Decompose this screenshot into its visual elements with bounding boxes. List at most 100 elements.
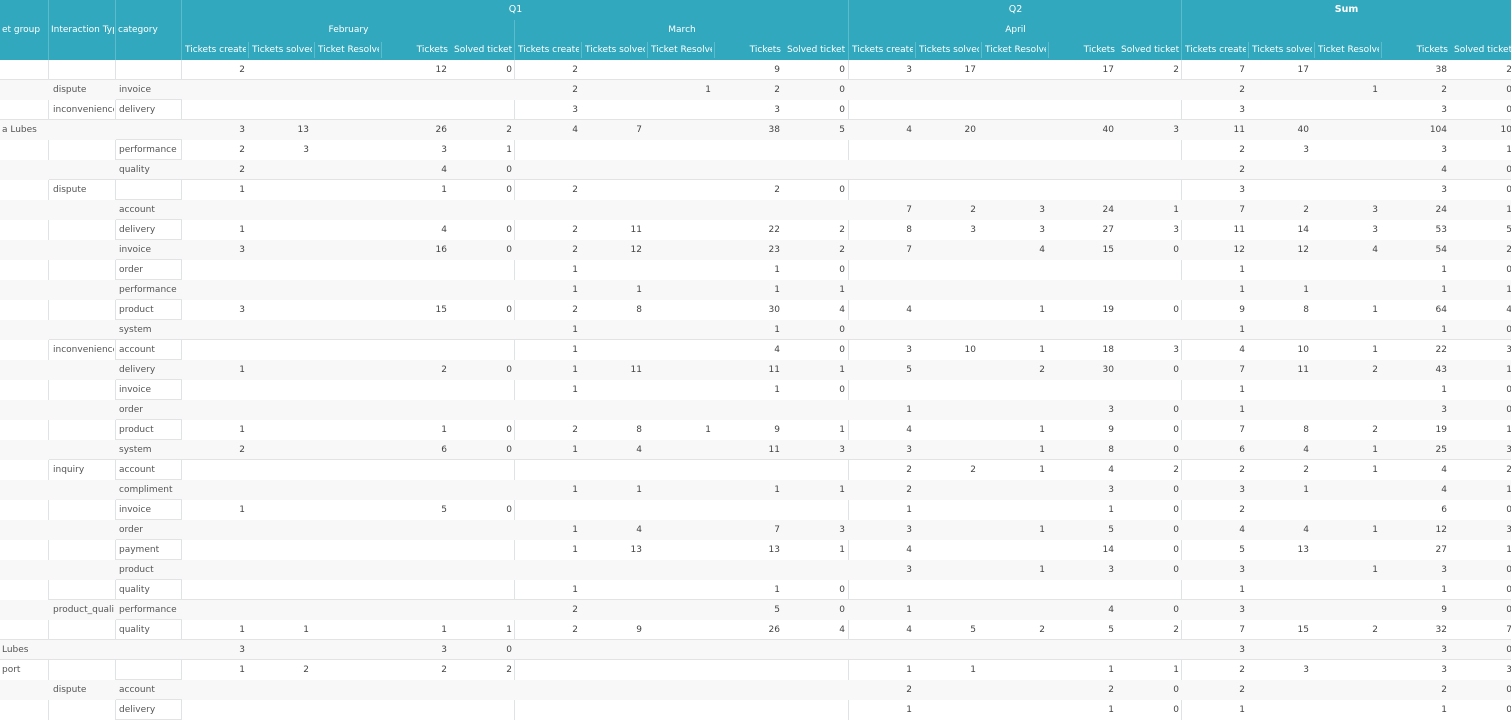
measure-header[interactable]: Tickets solved - xyxy=(919,40,979,60)
row-label-interaction-type[interactable]: inquiry xyxy=(53,460,114,480)
cell-value: 7 xyxy=(1239,425,1245,435)
cell-value: 3 xyxy=(1173,345,1179,355)
cell-value: 0 xyxy=(506,305,512,315)
cell-value: 1 xyxy=(839,545,845,555)
cell-value: 12 xyxy=(435,65,447,75)
row-label-category[interactable]: account xyxy=(119,340,180,360)
measure-header[interactable]: Ticket Resolved xyxy=(318,40,379,60)
table-row: quality 1 1 0 1 1 0 xyxy=(0,580,1511,600)
row-label-category[interactable]: invoice xyxy=(119,380,180,400)
measure-header[interactable]: Tickets created xyxy=(185,40,246,60)
measure-header[interactable]: Tickets xyxy=(718,40,781,60)
row-field-header[interactable]: Interaction Typ xyxy=(51,20,114,40)
row-label-group[interactable]: port xyxy=(2,660,47,680)
pivot-header: et group Interaction Typ category Q1 Q2 Sum Fe… xyxy=(0,0,1511,60)
row-label-interaction-type[interactable]: dispute xyxy=(53,80,114,100)
cell-value: 4 xyxy=(906,425,912,435)
row-label-category[interactable]: invoice xyxy=(119,80,180,100)
row-label-category[interactable]: delivery xyxy=(119,220,180,240)
row-label-category[interactable]: performance xyxy=(119,140,180,160)
measure-header[interactable]: Solved tickets xyxy=(454,40,512,60)
measure-header[interactable]: Ticket Resolved xyxy=(1318,40,1379,60)
measure-header[interactable]: Tickets created xyxy=(852,40,913,60)
measure-header[interactable]: Tickets created xyxy=(1185,40,1246,60)
quarter-header[interactable]: Q1 xyxy=(182,0,849,20)
month-header[interactable]: April xyxy=(849,20,1182,40)
measure-header[interactable]: Tickets created xyxy=(518,40,579,60)
cell-value: 11 xyxy=(1233,125,1245,135)
quarter-header[interactable]: Q2 xyxy=(849,0,1182,20)
cell-value: 2 xyxy=(1239,505,1245,515)
measure-header[interactable]: Tickets solved - xyxy=(585,40,645,60)
header-divider xyxy=(1381,42,1382,58)
row-label-category[interactable]: product xyxy=(119,300,180,320)
row-label-category[interactable]: system xyxy=(119,320,180,340)
row-label-interaction-type[interactable]: dispute xyxy=(53,180,114,200)
row-label-category[interactable]: product xyxy=(119,560,180,580)
row-field-header[interactable]: et group xyxy=(2,20,47,40)
cell-value: 1 xyxy=(774,485,780,495)
table-row: performance 1 1 1 1 1 1 1 1 xyxy=(0,280,1511,300)
cell-value: 1 xyxy=(1506,545,1511,555)
month-header[interactable]: March xyxy=(515,20,849,40)
cell-value: 1 xyxy=(572,325,578,335)
row-label-category[interactable]: account xyxy=(119,200,180,220)
cell-value: 0 xyxy=(1506,405,1511,415)
cell-value: 1 xyxy=(774,385,780,395)
row-label-category[interactable]: account xyxy=(119,460,180,480)
row-label-category[interactable]: performance xyxy=(119,280,180,300)
cell-value: 3 xyxy=(1239,565,1245,575)
row-label-category[interactable]: compliment xyxy=(119,480,180,500)
row-label-interaction-type[interactable]: inconvenience xyxy=(53,340,114,360)
row-label-category[interactable]: order xyxy=(119,260,180,280)
table-row: invoice 1 5 0 1 1 0 2 6 0 xyxy=(0,500,1511,520)
row-label-group[interactable]: a Lubes xyxy=(2,120,47,140)
row-field-header[interactable]: category xyxy=(118,20,180,40)
month-header[interactable]: February xyxy=(182,20,515,40)
cell-value: 3 xyxy=(1441,565,1447,575)
row-label-category[interactable]: payment xyxy=(119,540,180,560)
row-label-category[interactable]: delivery xyxy=(119,360,180,380)
measure-header[interactable]: Tickets solved - xyxy=(1252,40,1312,60)
cell-value: 3 xyxy=(1173,125,1179,135)
cell-value: 0 xyxy=(1173,365,1179,375)
measure-header[interactable]: Tickets xyxy=(1385,40,1448,60)
measure-header[interactable]: Ticket Resolved xyxy=(985,40,1046,60)
row-label-category[interactable]: order xyxy=(119,520,180,540)
row-label-category[interactable]: product xyxy=(119,420,180,440)
row-label-category[interactable]: delivery xyxy=(119,700,180,720)
table-row: product 1 1 0 2 8 1 9 1 4 1 9 0 7 8 2 19 1 xyxy=(0,420,1511,440)
quarter-header[interactable]: Sum xyxy=(1182,0,1511,20)
cell-value: 1 xyxy=(906,405,912,415)
measure-header[interactable]: Tickets xyxy=(1052,40,1115,60)
row-label-category[interactable]: order xyxy=(119,400,180,420)
cell-value: 4 xyxy=(1441,465,1447,475)
measure-header[interactable]: Solved tickets xyxy=(1454,40,1511,60)
header-divider xyxy=(647,42,648,58)
measure-header[interactable]: Solved tickets xyxy=(787,40,845,60)
table-row: invoice 3 16 0 2 12 23 2 7 4 15 0 12 12 4 54 2 xyxy=(0,240,1511,260)
row-label-category[interactable]: performance xyxy=(119,600,180,620)
row-label-interaction-type[interactable]: inconvenience xyxy=(53,100,114,120)
row-label-category[interactable]: quality xyxy=(119,160,180,180)
row-label-category[interactable]: invoice xyxy=(119,240,180,260)
row-label-interaction-type[interactable]: product_quali... xyxy=(53,600,114,620)
row-label-group[interactable]: Lubes xyxy=(2,640,47,660)
cell-value: 2 xyxy=(1039,365,1045,375)
row-label-category[interactable]: invoice xyxy=(119,500,180,520)
cell-value: 0 xyxy=(506,365,512,375)
measure-header[interactable]: Solved tickets xyxy=(1121,40,1179,60)
cell-value: 0 xyxy=(839,605,845,615)
measure-header[interactable]: Tickets xyxy=(385,40,448,60)
measure-header[interactable]: Tickets solved - xyxy=(252,40,312,60)
row-label-category[interactable]: delivery xyxy=(119,100,180,120)
cell-value: 1 xyxy=(1506,145,1511,155)
row-label-category[interactable]: quality xyxy=(119,620,180,640)
cell-value: 1 xyxy=(303,625,309,635)
row-label-category[interactable]: quality xyxy=(119,580,180,600)
row-label-category[interactable]: system xyxy=(119,440,180,460)
cell-value: 24 xyxy=(1102,205,1114,215)
row-label-category[interactable]: account xyxy=(119,680,180,700)
row-label-interaction-type[interactable]: dispute xyxy=(53,680,114,700)
measure-header[interactable]: Ticket Resolved xyxy=(651,40,712,60)
